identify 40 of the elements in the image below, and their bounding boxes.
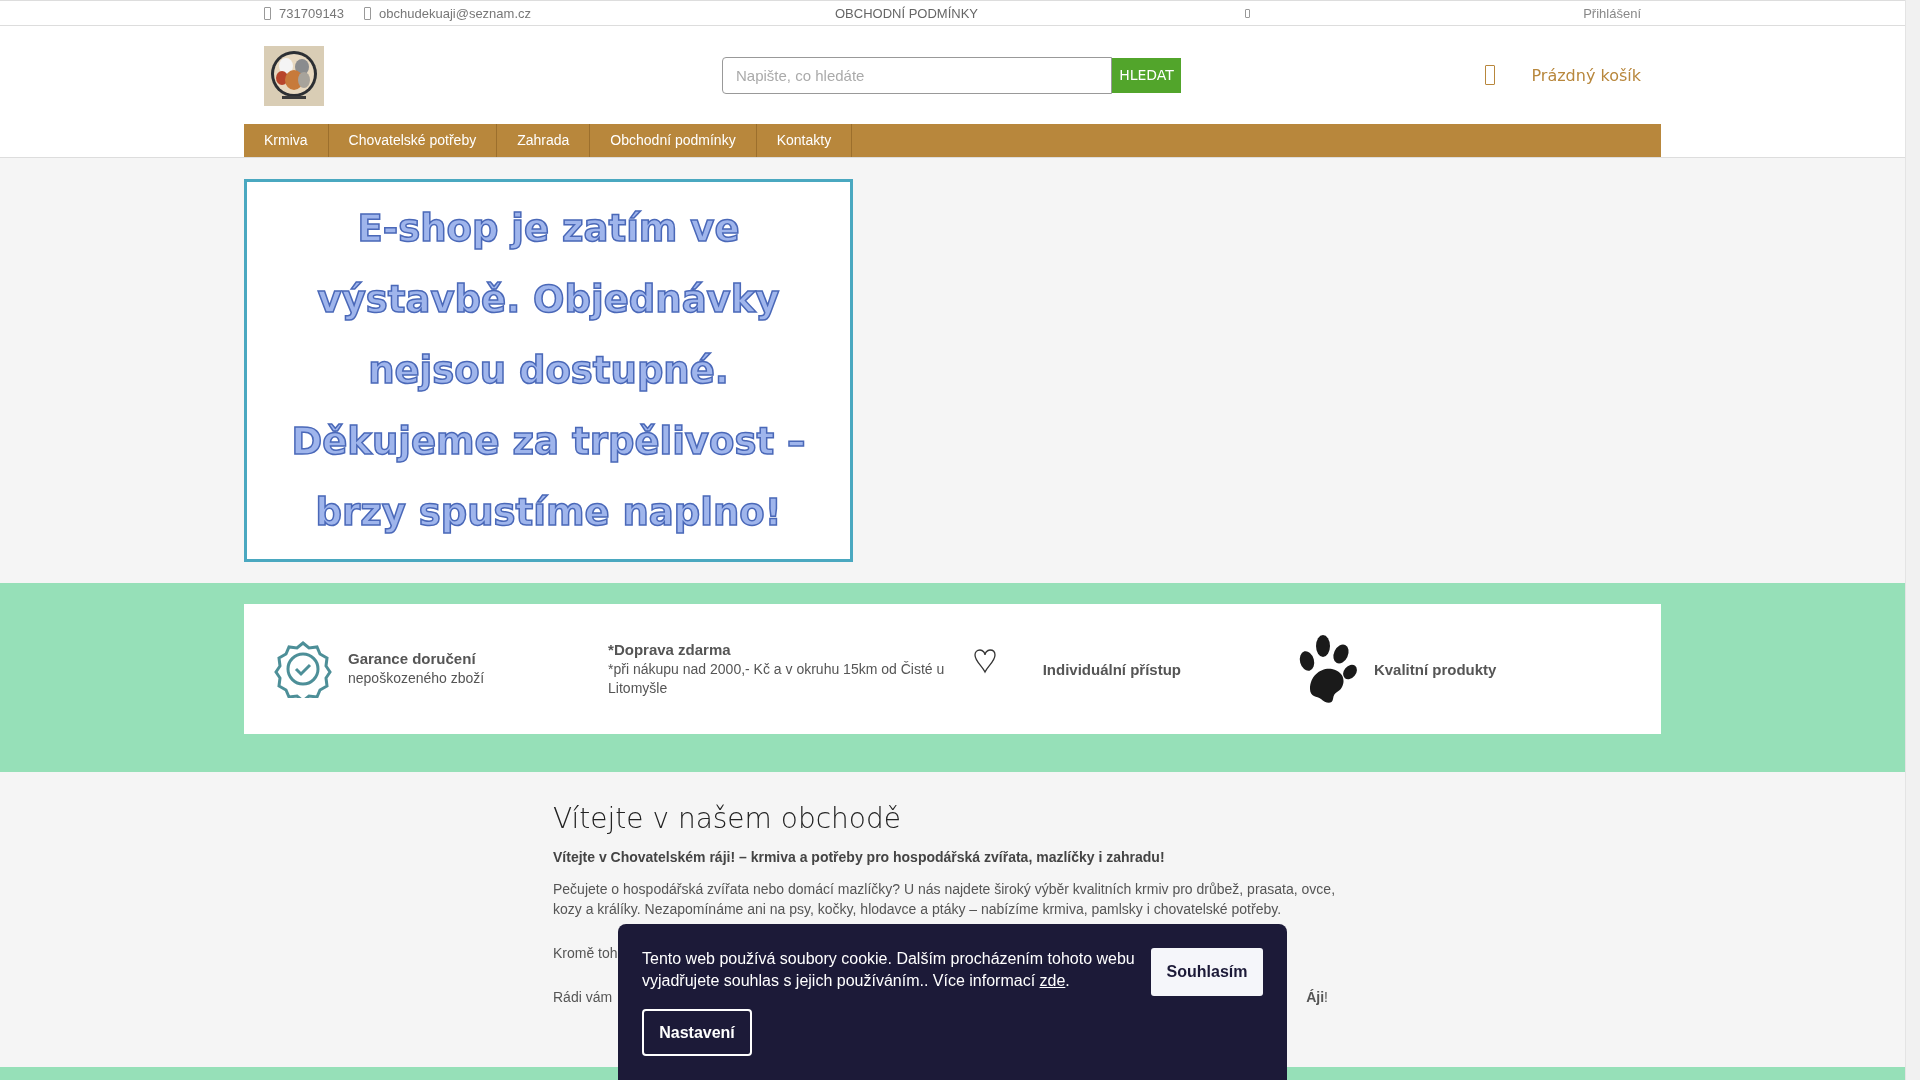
accept-button[interactable]: Souhlasím — [1151, 948, 1263, 996]
banner-line: nejsou dostupné. — [368, 348, 729, 394]
page-heading: Vítejte v našem obchodě — [553, 802, 902, 835]
cart-link[interactable]: Prázdný košík — [1531, 65, 1641, 85]
menu-item[interactable]: Chovatelské potřeby — [328, 124, 498, 157]
settings-button[interactable]: Nastavení — [642, 1009, 752, 1056]
feature-text: nepoškozeného zboží — [348, 669, 485, 688]
feature-title: *Doprava zdarma — [608, 640, 732, 658]
glyph-box-icon — [364, 6, 372, 20]
feature-title: Kvalitní produkty — [1373, 660, 1497, 678]
banner-line: Děkujeme za trpělivost – — [291, 419, 806, 465]
menu-item[interactable]: Zahrada — [497, 124, 591, 157]
login-link[interactable]: Přihlášení — [1583, 5, 1641, 21]
glyph-box-icon — [1245, 8, 1250, 18]
paragraph-text: Áji! — [1306, 988, 1329, 1007]
glyph-box-icon — [1485, 65, 1496, 85]
search-button[interactable]: HLEDAT — [1112, 57, 1181, 93]
email-link[interactable]: obchudekuaji@seznam.cz — [379, 5, 532, 21]
heart-icon — [972, 648, 997, 674]
glyph-box-icon — [264, 6, 271, 20]
banner-line: brzy spustíme naplno! — [315, 490, 782, 536]
banner-line: výstavbě. Objednávky — [317, 277, 780, 323]
menu-item[interactable]: Obchodní podmínky — [590, 124, 757, 157]
banner-line: E-shop je zatím ve — [357, 206, 740, 252]
phone-link[interactable]: 731709143 — [279, 5, 345, 21]
paragraph-text: Pečujete o hospodářská zvířata nebo domácí mazlíčky? U nás najdete široký výběr kvalitních krmiv pro drůbež, prasata, ovce, kozy a králíky. Nezapomínáme ani na psy, kočky, hlodavce a ptáky – nabízíme krmiva, pamlsky i chovatelské potřeby. — [553, 880, 1336, 919]
scrollbar[interactable] — [1905, 0, 1920, 1080]
paragraph-text: Rádi vám — [553, 988, 613, 1007]
feature-title: Individuální přístup — [1042, 660, 1182, 678]
cookie-message: Tento web používá soubory cookie. Dalším procházením tohoto webu vyjadřujete souhlas s jejich používáním.. Více informací zde. — [642, 949, 1136, 991]
menu-item[interactable]: Krmiva — [244, 124, 329, 157]
feature-title: Garance doručení — [348, 650, 477, 667]
check-badge-icon — [274, 640, 332, 698]
menu-item[interactable]: Kontakty — [756, 124, 853, 157]
terms-link[interactable]: OBCHODNÍ PODMÍNKY — [835, 5, 1245, 21]
intro-text: Vítejte v Chovatelském ráji! – krmiva a potřeby pro hospodářská zvířata, mazlíčky i zahradu! — [553, 849, 1166, 865]
search-field[interactable]: Napište, co hledáte — [722, 56, 1112, 94]
info-link[interactable]: zde — [1039, 972, 1066, 989]
feature-text: *při nákupu nad 2000,- Kč a v okruhu 15km od Čisté u Litomyšle — [608, 659, 946, 698]
paragraph-text: Kromě toh — [553, 944, 618, 963]
